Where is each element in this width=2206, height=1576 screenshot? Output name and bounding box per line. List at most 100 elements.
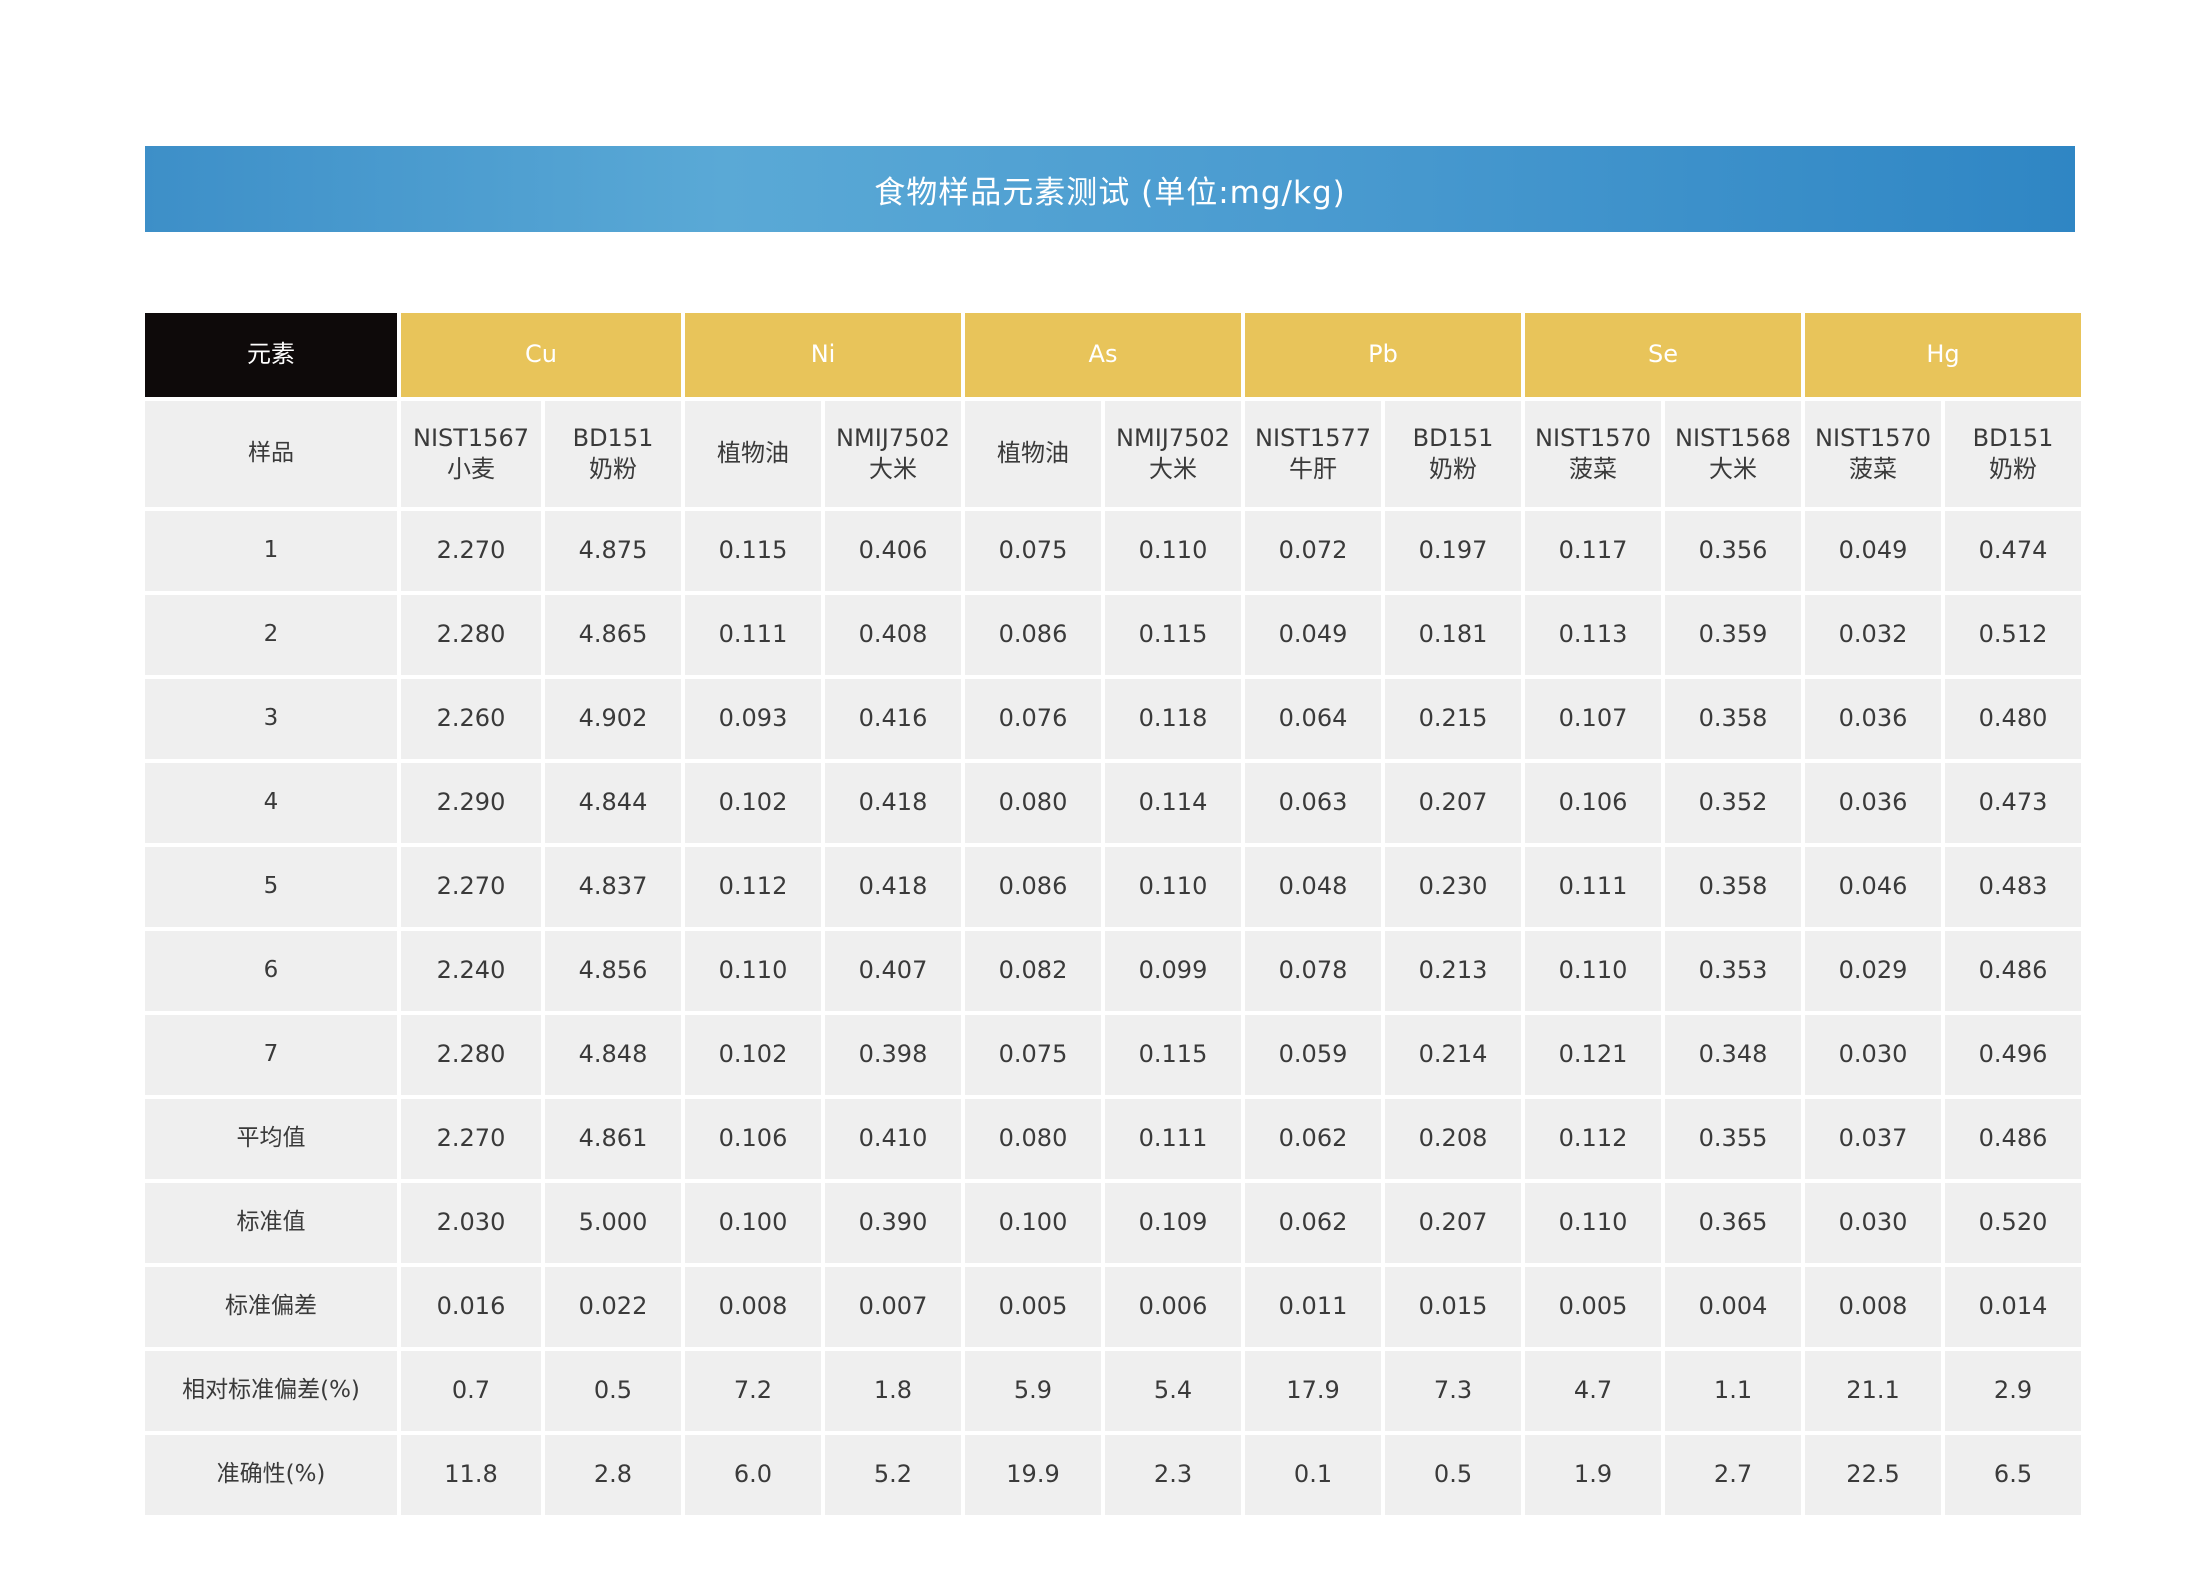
table-cell: 0.353 [1665,931,1802,1011]
table-cell: 0.115 [1105,1015,1242,1095]
table-cell: 4.875 [545,511,681,591]
table-row: 标准偏差 0.016 0.022 0.008 0.007 0.005 0.006 0.011 0… [145,1267,2082,1347]
sample-type: 奶粉 [589,455,637,483]
table-cell: 0.063 [1245,763,1382,843]
table-cell: 0.110 [1525,1183,1662,1263]
table-cell: 2.9 [1945,1351,2082,1431]
row-label: 5 [145,847,397,927]
sample-type: 小麦 [447,455,495,483]
sample-type: 大米 [1149,455,1197,483]
sample-name: BD151 [1412,423,1494,452]
table-cell: 0.112 [685,847,821,927]
table-cell: 0.022 [545,1267,681,1347]
row-label: 平均值 [145,1099,397,1179]
sample-header-cell: BD151 奶粉 [1945,401,2082,507]
table-cell: 0.416 [825,679,961,759]
table-cell: 0.080 [965,1099,1101,1179]
table-cell: 0.418 [825,847,961,927]
table-cell: 0.072 [1245,511,1382,591]
table-cell: 0.111 [1525,847,1662,927]
table-cell: 0.059 [1245,1015,1382,1095]
table-cell: 0.036 [1805,679,1942,759]
sample-name: 植物油 [717,439,789,468]
table-cell: 0.213 [1385,931,1522,1011]
table-cell: 0.075 [965,1015,1101,1095]
table-cell: 0.106 [685,1099,821,1179]
sample-name: NIST1567 [412,423,529,452]
table-cell: 0.408 [825,595,961,675]
table-cell: 2.3 [1105,1435,1242,1515]
table-cell: 1.1 [1665,1351,1802,1431]
table-cell: 0.075 [965,511,1101,591]
table-cell: 0.418 [825,763,961,843]
sample-name: NIST1568 [1675,423,1792,452]
table-cell: 0.078 [1245,931,1382,1011]
sample-header-cell: BD151 奶粉 [545,401,681,507]
table-cell: 2.240 [401,931,541,1011]
element-header-ni: Ni [685,313,961,397]
table-row: 准确性(%) 11.8 2.8 6.0 5.2 19.9 2.3 0.1 0.5 1.9 2.7 22… [145,1435,2082,1515]
row-label: 标准值 [145,1183,397,1263]
table-cell: 0.114 [1105,763,1242,843]
row-label: 3 [145,679,397,759]
table-row: 3 2.260 4.902 0.093 0.416 0.076 0.118 0.064 0.21… [145,679,2082,759]
table-cell: 0.115 [1105,595,1242,675]
table-cell: 0.473 [1945,763,2082,843]
table-cell: 5.2 [825,1435,961,1515]
table-cell: 4.837 [545,847,681,927]
table-cell: 0.7 [401,1351,541,1431]
table-cell: 0.483 [1945,847,2082,927]
table-cell: 4.861 [545,1099,681,1179]
table-cell: 0.115 [685,511,821,591]
sample-type: 大米 [1709,455,1758,483]
row-label: 6 [145,931,397,1011]
row-label: 准确性(%) [145,1435,397,1515]
sample-type: 菠菜 [1569,455,1618,483]
table-cell: 0.062 [1245,1183,1382,1263]
table-cell: 0.197 [1385,511,1522,591]
table-cell: 0.005 [1525,1267,1662,1347]
element-header-cu: Cu [401,313,681,397]
table-cell: 0.007 [825,1267,961,1347]
table-cell: 0.207 [1385,1183,1522,1263]
corner-header: 元素 [145,313,397,397]
table-cell: 0.486 [1945,1099,2082,1179]
table-cell: 4.865 [545,595,681,675]
table-cell: 0.076 [965,679,1101,759]
table-cell: 0.355 [1665,1099,1802,1179]
table-cell: 1.9 [1525,1435,1662,1515]
table-cell: 0.014 [1945,1267,2082,1347]
table-cell: 2.290 [401,763,541,843]
table-cell: 0.390 [825,1183,961,1263]
title-bar: 食物样品元素测试 (单位:mg/kg) [145,146,2075,232]
sample-header-cell: NIST1568 大米 [1665,401,1802,507]
table-cell: 5.4 [1105,1351,1242,1431]
table-row: 2 2.280 4.865 0.111 0.408 0.086 0.115 0.049 0.18… [145,595,2082,675]
table-cell: 0.062 [1245,1099,1382,1179]
row-label: 2 [145,595,397,675]
table-cell: 0.230 [1385,847,1522,927]
table-cell: 0.181 [1385,595,1522,675]
table-cell: 19.9 [965,1435,1101,1515]
table-cell: 5.9 [965,1351,1101,1431]
table-cell: 0.030 [1805,1183,1942,1263]
table-cell: 0.006 [1105,1267,1242,1347]
table-cell: 7.2 [685,1351,821,1431]
table-cell: 0.064 [1245,679,1382,759]
sample-header-cell: NIST1577 牛肝 [1245,401,1382,507]
table-cell: 0.512 [1945,595,2082,675]
table-cell: 2.7 [1665,1435,1802,1515]
table-cell: 0.398 [825,1015,961,1095]
table-cell: 2.270 [401,511,541,591]
table-row: 6 2.240 4.856 0.110 0.407 0.082 0.099 0.078 0.21… [145,931,2082,1011]
table-cell: 0.410 [825,1099,961,1179]
table-cell: 0.102 [685,763,821,843]
sample-header-cell: NIST1567 小麦 [401,401,541,507]
table-cell: 0.113 [1525,595,1662,675]
row-label: 1 [145,511,397,591]
sample-type: 奶粉 [1989,455,2038,483]
table-cell: 0.111 [685,595,821,675]
table-cell: 0.008 [1805,1267,1942,1347]
table-cell: 2.270 [401,1099,541,1179]
table-cell: 0.036 [1805,763,1942,843]
